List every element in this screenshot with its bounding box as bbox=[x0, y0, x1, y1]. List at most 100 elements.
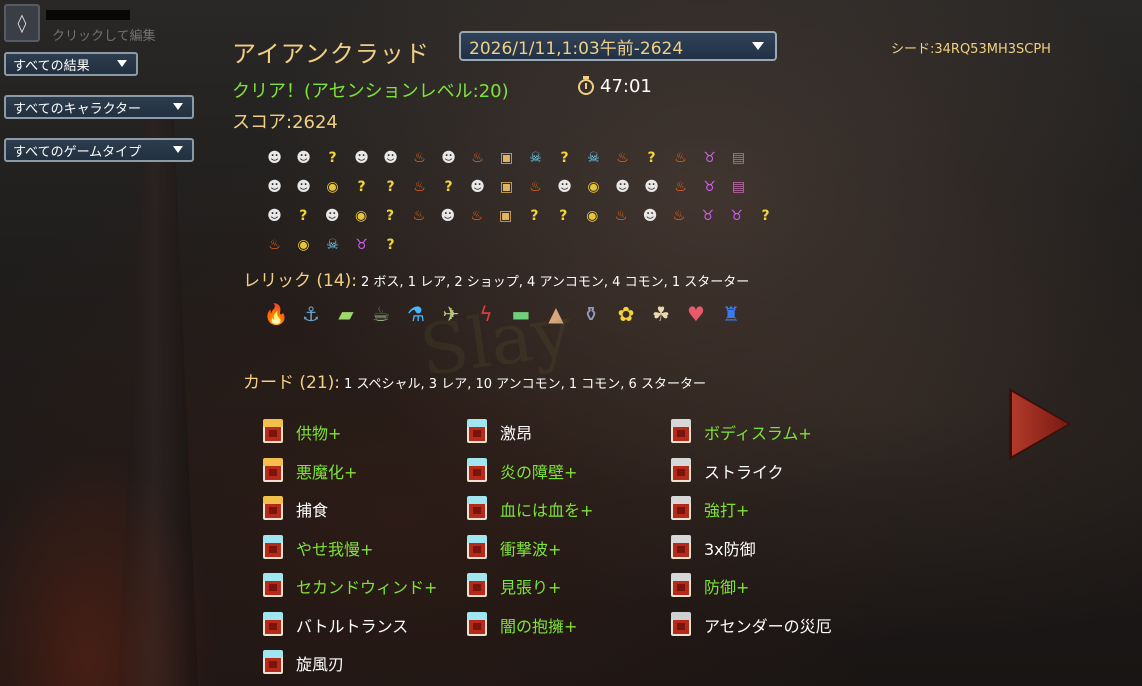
unknown-icon[interactable]: ? bbox=[434, 177, 463, 197]
card-entry[interactable]: 捕食 bbox=[263, 490, 437, 529]
rest-icon[interactable]: ♨ bbox=[405, 148, 434, 168]
stool-relic-icon[interactable]: ♜ bbox=[715, 298, 747, 330]
teapot-relic-icon[interactable]: ☕ bbox=[365, 298, 397, 330]
shop-icon[interactable]: ◉ bbox=[318, 177, 347, 197]
rest-icon[interactable]: ♨ bbox=[607, 206, 636, 226]
card-entry[interactable]: 見張り+ bbox=[467, 567, 593, 606]
profile-avatar[interactable]: ◊ bbox=[4, 4, 40, 42]
rest-icon[interactable]: ♨ bbox=[404, 206, 433, 226]
card-entry[interactable]: 闇の抱擁+ bbox=[467, 606, 593, 645]
elite-icon[interactable]: ☠ bbox=[579, 148, 608, 168]
unknown-icon[interactable]: ? bbox=[376, 235, 405, 255]
filter-results-dropdown[interactable]: すべての結果 bbox=[4, 52, 138, 76]
jar-relic-icon[interactable]: ⚱ bbox=[575, 298, 607, 330]
monster-icon[interactable]: ☻ bbox=[289, 148, 318, 168]
unknown-icon[interactable]: ? bbox=[549, 206, 578, 226]
map-path: ☻ ☻? ☻ ☻ ♨ ☻ ♨ ▣ ☠? ☠ ♨? ♨ ♉ ▤ ☻ ☻ ◉?? ♨? ☻ ▣ ♨ ☻ ◉ ☻ ☻ ♨ ♉ ▤ ☻? ☻ ◉? ♨… bbox=[260, 143, 780, 259]
shop-icon[interactable]: ◉ bbox=[347, 206, 376, 226]
boss-icon[interactable]: ♉ bbox=[695, 177, 724, 197]
monster-icon[interactable]: ☻ bbox=[260, 177, 289, 197]
monster-icon[interactable]: ☻ bbox=[636, 206, 665, 226]
monster-icon[interactable]: ☻ bbox=[463, 177, 492, 197]
unknown-icon[interactable]: ? bbox=[347, 177, 376, 197]
boss-icon[interactable]: ♉ bbox=[347, 235, 376, 255]
edit-hint[interactable]: クリックして編集 bbox=[52, 25, 156, 44]
chest-icon[interactable]: ▤ bbox=[724, 148, 753, 168]
rest-icon[interactable]: ♨ bbox=[521, 177, 550, 197]
boss-icon[interactable]: ♉ bbox=[693, 206, 722, 226]
unknown-icon[interactable]: ? bbox=[376, 206, 405, 226]
rest-icon[interactable]: ♨ bbox=[462, 206, 491, 226]
rest-icon[interactable]: ♨ bbox=[666, 148, 695, 168]
rest-icon[interactable]: ♨ bbox=[463, 148, 492, 168]
rest-icon[interactable]: ♨ bbox=[405, 177, 434, 197]
filter-gametype-dropdown[interactable]: すべてのゲームタイプ bbox=[4, 138, 194, 162]
elite-icon[interactable]: ☠ bbox=[318, 235, 347, 255]
card-entry[interactable]: 供物+ bbox=[263, 413, 437, 452]
treasure-icon[interactable]: ▣ bbox=[492, 148, 521, 168]
treasure-icon[interactable]: ▣ bbox=[492, 177, 521, 197]
elite-icon[interactable]: ☠ bbox=[521, 148, 550, 168]
gold-bar-relic-icon[interactable]: ▰ bbox=[330, 298, 362, 330]
burning-blood-relic-icon[interactable]: 🔥 bbox=[260, 298, 292, 330]
monster-icon[interactable]: ☻ bbox=[347, 148, 376, 168]
rest-icon[interactable]: ♨ bbox=[666, 177, 695, 197]
unknown-icon[interactable]: ? bbox=[318, 148, 347, 168]
rest-icon[interactable]: ♨ bbox=[260, 235, 289, 255]
unknown-icon[interactable]: ? bbox=[550, 148, 579, 168]
card-entry[interactable]: 防御+ bbox=[671, 567, 832, 606]
monster-icon[interactable]: ☻ bbox=[434, 148, 463, 168]
card-entry[interactable]: アセンダーの災厄 bbox=[671, 606, 832, 645]
monster-icon[interactable]: ☻ bbox=[550, 177, 579, 197]
treasure-icon[interactable]: ▣ bbox=[491, 206, 520, 226]
card-entry[interactable]: セカンドウィンド+ bbox=[263, 567, 437, 606]
shop-icon[interactable]: ◉ bbox=[289, 235, 318, 255]
monster-icon[interactable]: ☻ bbox=[637, 177, 666, 197]
score-label: スコア:2624 bbox=[232, 112, 338, 133]
card-entry[interactable]: 旋風刃 bbox=[263, 644, 437, 683]
unknown-icon[interactable]: ? bbox=[520, 206, 549, 226]
monster-icon[interactable]: ☻ bbox=[376, 148, 405, 168]
anchor-relic-icon[interactable]: ⚓ bbox=[295, 298, 327, 330]
shop-icon[interactable]: ◉ bbox=[578, 206, 607, 226]
card-name: 激昂 bbox=[500, 424, 533, 444]
flower-relic-icon[interactable]: ✿ bbox=[610, 298, 642, 330]
card-entry[interactable]: 血には血を+ bbox=[467, 490, 593, 529]
card-entry[interactable]: バトルトランス bbox=[263, 606, 437, 645]
book-relic-icon[interactable]: ♥ bbox=[680, 298, 712, 330]
shop-icon[interactable]: ◉ bbox=[579, 177, 608, 197]
boss-icon[interactable]: ♉ bbox=[722, 206, 751, 226]
monster-icon[interactable]: ☻ bbox=[318, 206, 347, 226]
filter-character-dropdown[interactable]: すべてのキャラクター bbox=[4, 95, 194, 119]
filter-results-label: すべての結果 bbox=[13, 58, 90, 74]
uncommon-card-icon bbox=[467, 534, 487, 559]
chest-icon[interactable]: ▤ bbox=[724, 177, 753, 197]
card-entry[interactable]: 衝撃波+ bbox=[467, 529, 593, 568]
next-page-button[interactable] bbox=[1012, 392, 1068, 456]
card-entry[interactable]: 強打+ bbox=[671, 490, 832, 529]
card-entry[interactable]: 激昂 bbox=[467, 413, 593, 452]
card-entry[interactable]: 炎の障壁+ bbox=[467, 452, 593, 491]
card-entry[interactable]: 悪魔化+ bbox=[263, 452, 437, 491]
rest-icon[interactable]: ♨ bbox=[664, 206, 693, 226]
rest-icon[interactable]: ♨ bbox=[608, 148, 637, 168]
unknown-icon[interactable]: ? bbox=[376, 177, 405, 197]
monster-icon[interactable]: ☻ bbox=[260, 206, 289, 226]
card-entry[interactable]: 3x防御 bbox=[671, 529, 832, 568]
card-entry[interactable]: ボディスラム+ bbox=[671, 413, 832, 452]
monster-icon[interactable]: ☻ bbox=[289, 177, 318, 197]
monster-icon[interactable]: ☻ bbox=[608, 177, 637, 197]
monster-icon[interactable]: ☻ bbox=[433, 206, 462, 226]
common-card-icon bbox=[671, 496, 691, 521]
card-entry[interactable]: やせ我慢+ bbox=[263, 529, 437, 568]
unknown-monster-icon[interactable]: ? bbox=[637, 148, 666, 168]
ginger-relic-icon[interactable]: ☘ bbox=[645, 298, 677, 330]
card-name: ストライク bbox=[704, 462, 784, 482]
unknown-icon[interactable]: ? bbox=[751, 206, 780, 226]
boss-icon[interactable]: ♉ bbox=[695, 148, 724, 168]
cards-detail: 1 スペシャル, 3 レア, 10 アンコモン, 1 コモン, 6 スターター bbox=[344, 377, 706, 392]
monster-icon[interactable]: ☻ bbox=[260, 148, 289, 168]
unknown-icon[interactable]: ? bbox=[289, 206, 318, 226]
run-selector-dropdown[interactable]: 2026/1/11,1:03午前-2624 bbox=[459, 31, 777, 61]
card-entry[interactable]: ストライク bbox=[671, 452, 832, 491]
